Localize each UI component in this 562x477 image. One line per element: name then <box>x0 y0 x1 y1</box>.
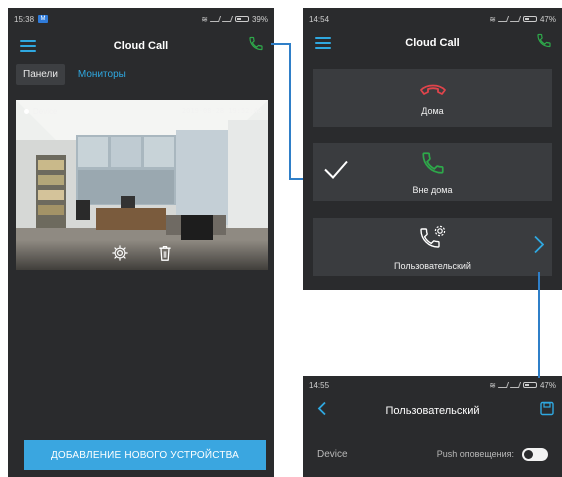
app-bar: Cloud Call <box>303 28 562 58</box>
chevron-right-icon[interactable] <box>534 235 545 259</box>
connector-line <box>289 178 303 180</box>
add-device-button[interactable]: ДОБАВЛЕНИЕ НОВОГО УСТРОЙСТВА <box>24 440 266 470</box>
battery-icon <box>522 16 537 22</box>
app-title: Cloud Call <box>405 37 460 49</box>
camera-timestamp: 2019-08-28 19:52:48 <box>181 107 262 115</box>
phone-settings-icon <box>418 224 448 257</box>
status-bar: 14:54 ≋ 47% <box>303 8 562 30</box>
mode-away[interactable]: Вне дома <box>313 143 552 201</box>
push-notifications-label: Push оповещения: <box>436 448 514 459</box>
status-time: 14:54 <box>309 14 330 24</box>
device-push-row: Device Push оповещения: <box>303 436 562 472</box>
mode-custom-label: Пользовательский <box>394 260 471 271</box>
screen-custom-settings: 14:55 ≋ 47% Пользовательский Device Push… <box>303 376 562 477</box>
camera-name-text: Device <box>33 107 58 116</box>
signal-icon <box>221 16 234 22</box>
camera-preview[interactable]: Device 2019-08-28 19:52:48 <box>16 100 268 270</box>
battery-percent: 47% <box>539 380 556 390</box>
menu-icon[interactable] <box>315 37 331 49</box>
call-status-icon[interactable] <box>248 36 264 57</box>
wifi-icon: ≋ <box>201 14 208 24</box>
selected-check-icon <box>323 160 349 185</box>
trash-icon[interactable] <box>157 244 173 267</box>
status-bar: 14:55 ≋ 47% <box>303 376 562 394</box>
tab-monitors[interactable]: Мониторы <box>71 64 133 85</box>
menu-icon[interactable] <box>20 40 36 52</box>
app-bar: Пользовательский <box>303 396 562 426</box>
status-dot-icon <box>24 109 29 114</box>
battery-icon <box>234 16 249 22</box>
connector-line <box>538 272 540 378</box>
save-icon[interactable] <box>540 401 554 421</box>
status-time: 15:38 <box>14 14 35 24</box>
signal-icon <box>497 382 510 388</box>
battery-percent: 39% <box>251 14 268 24</box>
signal-icon <box>497 16 510 22</box>
camera-actions <box>16 240 268 270</box>
app-title: Cloud Call <box>113 40 169 52</box>
tab-bar: Панели Мониторы <box>16 64 133 85</box>
battery-icon <box>522 382 537 388</box>
status-bar: 15:38 M ≋ 39% <box>8 8 274 30</box>
mode-custom[interactable]: Пользовательский <box>313 218 552 276</box>
connector-line <box>289 43 291 180</box>
wifi-icon: ≋ <box>489 14 496 24</box>
call-phone-icon <box>420 150 446 181</box>
signal-icon <box>509 382 522 388</box>
tab-panels[interactable]: Панели <box>16 64 65 85</box>
camera-name: Device <box>24 107 57 116</box>
hangup-phone-icon <box>419 81 447 102</box>
call-status-icon[interactable] <box>536 33 552 54</box>
mode-home[interactable]: Дома <box>313 69 552 127</box>
back-arrow-icon[interactable] <box>317 401 326 421</box>
push-notifications-toggle[interactable] <box>522 447 548 461</box>
message-notification-icon: M <box>38 15 49 23</box>
connector-line <box>271 43 291 45</box>
status-time: 14:55 <box>309 380 330 390</box>
mode-home-label: Дома <box>421 105 444 116</box>
mode-away-label: Вне дома <box>412 184 453 195</box>
signal-icon <box>209 16 222 22</box>
screen-call-modes: 14:54 ≋ 47% Cloud Call Дома Вне дома Пол… <box>303 8 562 290</box>
wifi-icon: ≋ <box>489 380 496 390</box>
app-bar: Cloud Call <box>8 31 274 61</box>
signal-icon <box>509 16 522 22</box>
settings-gear-icon[interactable] <box>111 244 129 267</box>
page-title: Пользовательский <box>385 405 480 417</box>
screen-monitors: 15:38 M ≋ 39% Cloud Call Панели Мониторы <box>8 8 274 477</box>
battery-percent: 47% <box>539 14 556 24</box>
device-label: Device <box>317 448 348 460</box>
